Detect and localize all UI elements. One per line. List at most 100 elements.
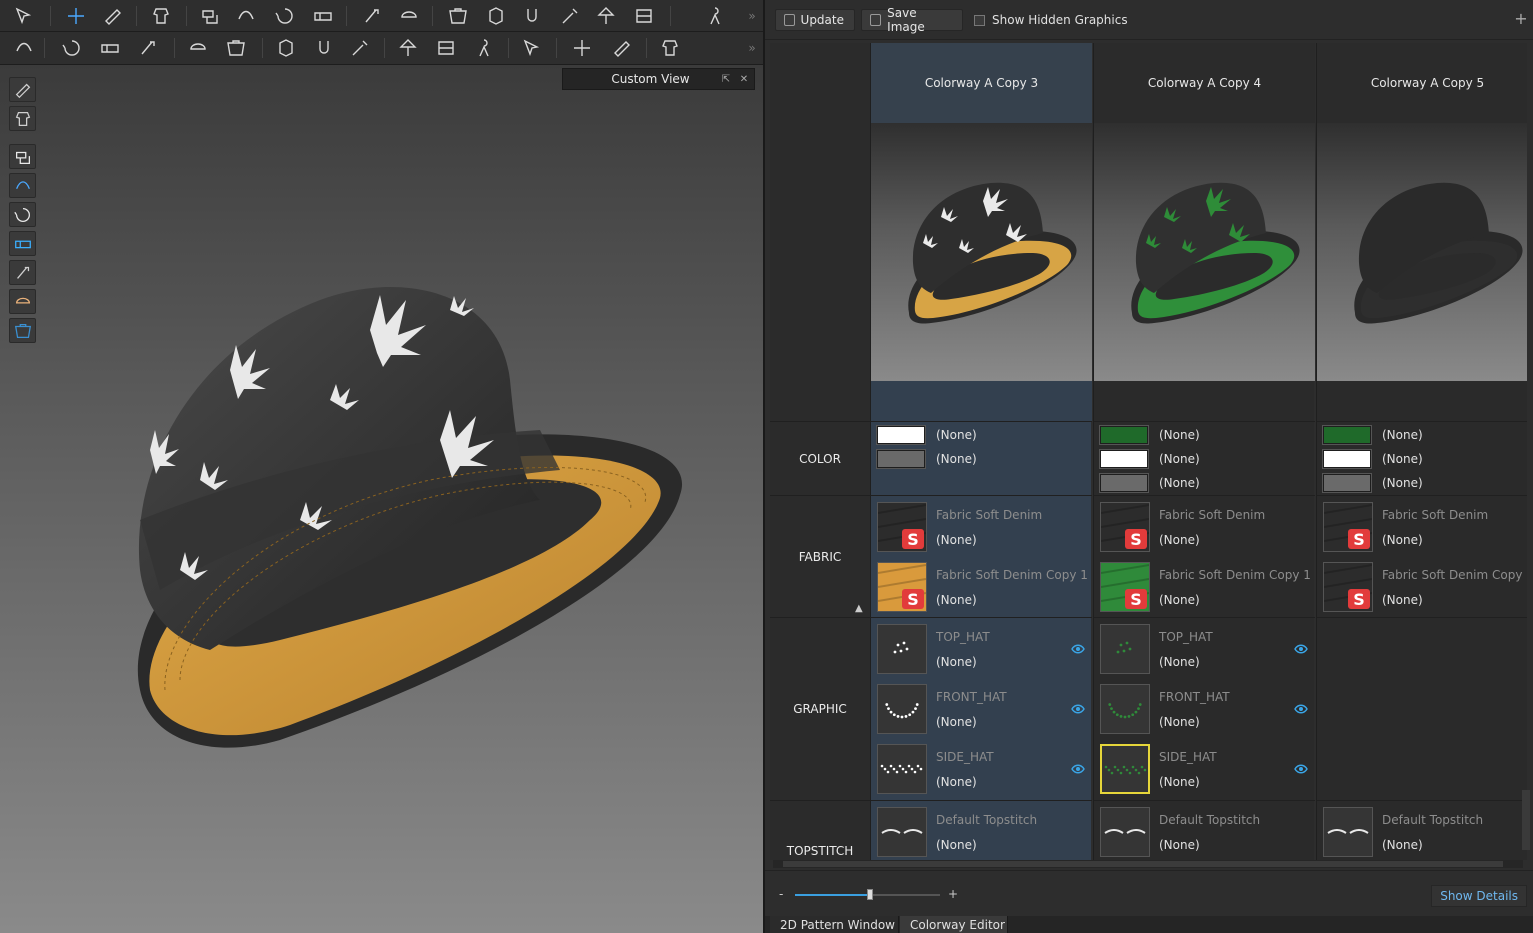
colorway-thumbnail[interactable] bbox=[1317, 123, 1527, 381]
shirt-front-icon[interactable] bbox=[446, 4, 470, 28]
fold-arrange-icon[interactable] bbox=[198, 4, 222, 28]
close-icon[interactable]: ✕ bbox=[736, 71, 752, 87]
color-swatch-row[interactable]: (None) bbox=[1322, 425, 1423, 445]
graphic-item[interactable]: SIDE_HAT (None) bbox=[877, 744, 1089, 794]
colorway-name[interactable]: Colorway A Copy 3 bbox=[871, 43, 1092, 123]
colorway-column[interactable]: Colorway A Copy 5 (None) (None) (None) S Fabr… bbox=[1316, 43, 1527, 860]
graphic-item[interactable]: FRONT_HAT (None) bbox=[1100, 684, 1312, 734]
color-swatch[interactable] bbox=[1322, 473, 1372, 493]
zipper-icon[interactable] bbox=[348, 36, 372, 60]
custom-view-panel[interactable]: Custom View ⇱ ✕ bbox=[562, 68, 755, 90]
pin-icon[interactable] bbox=[520, 4, 544, 28]
pattern-move-icon[interactable] bbox=[610, 36, 634, 60]
hat-3d-render[interactable] bbox=[120, 270, 700, 760]
magic-icon[interactable] bbox=[558, 4, 582, 28]
color-swatch[interactable] bbox=[1322, 425, 1372, 445]
topstitch-thumbnail[interactable] bbox=[1100, 807, 1150, 857]
fabric-thumbnail[interactable]: S bbox=[877, 502, 927, 552]
arrange-icon[interactable] bbox=[311, 4, 335, 28]
slider-handle[interactable] bbox=[867, 889, 874, 900]
edit-pattern-icon[interactable] bbox=[101, 4, 125, 28]
fabric-transparent-icon[interactable] bbox=[9, 231, 36, 256]
transform-pattern-icon[interactable] bbox=[64, 4, 88, 28]
garment-view-icon[interactable] bbox=[9, 144, 36, 169]
color-swatch[interactable] bbox=[1099, 449, 1149, 469]
texture-icon[interactable] bbox=[396, 36, 420, 60]
save-image-button[interactable]: Save Image bbox=[861, 6, 963, 34]
hanger-icon[interactable] bbox=[594, 4, 618, 28]
graphic-thumbnail[interactable] bbox=[877, 684, 927, 734]
update-button[interactable]: Update bbox=[775, 9, 855, 31]
fabric-thumbnail[interactable]: S bbox=[1323, 502, 1373, 552]
fabric-item[interactable]: S Fabric Soft Denim Copy 1 (None) bbox=[1323, 562, 1527, 612]
eye-icon[interactable] bbox=[1294, 702, 1308, 716]
fabric-thumbnail[interactable]: S bbox=[1323, 562, 1373, 612]
fabric-item[interactable]: S Fabric Soft Denim (None) bbox=[877, 502, 1089, 552]
strengthen-icon[interactable] bbox=[397, 4, 421, 28]
topstitch-item[interactable]: Default Topstitch (None) bbox=[877, 807, 1089, 857]
color-swatch-row[interactable]: (None) bbox=[1099, 425, 1200, 445]
colorway-thumbnail[interactable] bbox=[1094, 123, 1315, 381]
more-icon[interactable]: » bbox=[740, 36, 763, 60]
graphic-item[interactable]: FRONT_HAT (None) bbox=[877, 684, 1089, 734]
avatar-walk-icon[interactable] bbox=[12, 36, 36, 60]
shaded-view-icon[interactable] bbox=[9, 77, 36, 102]
environment-icon[interactable] bbox=[9, 318, 36, 343]
3d-viewport[interactable]: » » Custom View ⇱ ✕ bbox=[0, 0, 763, 933]
color-swatch[interactable] bbox=[876, 425, 926, 445]
fabric-item[interactable]: S Fabric Soft Denim (None) bbox=[1100, 502, 1312, 552]
more-icon[interactable]: » bbox=[740, 4, 763, 28]
horizontal-scrollbar[interactable] bbox=[773, 860, 1523, 868]
color-swatch[interactable] bbox=[1099, 425, 1149, 445]
colorway-name[interactable]: Colorway A Copy 4 bbox=[1094, 43, 1315, 123]
pin-icon[interactable]: ⇱ bbox=[718, 71, 734, 87]
scrollbar-thumb[interactable] bbox=[783, 861, 1503, 867]
show-hidden-graphics-checkbox[interactable]: Show Hidden Graphics bbox=[974, 13, 1128, 27]
fabric-item[interactable]: S Fabric Soft Denim Copy 1 (None) bbox=[1100, 562, 1312, 612]
avatar-show-icon[interactable] bbox=[9, 202, 36, 227]
topstitch-icon[interactable] bbox=[186, 36, 210, 60]
graphic-thumbnail[interactable] bbox=[1100, 624, 1150, 674]
color-swatch-row[interactable]: (None) bbox=[876, 425, 977, 445]
zoom-in-label[interactable]: + bbox=[948, 887, 958, 901]
color-swatch-row[interactable]: (None) bbox=[1322, 473, 1423, 493]
color-swatch-row[interactable]: (None) bbox=[1099, 473, 1200, 493]
tack-icon[interactable] bbox=[360, 4, 384, 28]
color-swatch-row[interactable]: (None) bbox=[1099, 449, 1200, 469]
trim-icon[interactable] bbox=[472, 36, 496, 60]
eye-icon[interactable] bbox=[1294, 642, 1308, 656]
checkbox-box[interactable] bbox=[974, 14, 985, 26]
edit-sewing-icon[interactable] bbox=[98, 36, 122, 60]
topstitch-thumbnail[interactable] bbox=[1323, 807, 1373, 857]
colorway-column[interactable]: Colorway A Copy 4 (None) (None) (None) S Fabr… bbox=[1093, 43, 1315, 860]
fabric-thumbnail[interactable]: S bbox=[1100, 502, 1150, 552]
color-swatch[interactable] bbox=[876, 449, 926, 469]
avatar-measure-icon[interactable] bbox=[9, 173, 36, 198]
tab-colorway-editor[interactable]: Colorway Editor bbox=[900, 916, 1008, 933]
graphic-thumbnail[interactable] bbox=[877, 744, 927, 794]
buttonhole-icon[interactable] bbox=[312, 36, 336, 60]
show-details-button[interactable]: Show Details bbox=[1431, 885, 1527, 907]
colorway-name[interactable]: Colorway A Copy 5 bbox=[1317, 43, 1527, 123]
fabric-thumbnail[interactable]: S bbox=[1100, 562, 1150, 612]
graphic-item[interactable]: SIDE_HAT (None) bbox=[1100, 744, 1312, 794]
colorway-column[interactable]: Colorway A Copy 3 (None) (None) S Fabric Sof… bbox=[870, 43, 1092, 860]
segment-topstitch-icon[interactable] bbox=[224, 36, 248, 60]
edit-curvature-icon[interactable] bbox=[234, 4, 258, 28]
fold-icon[interactable] bbox=[484, 4, 508, 28]
eye-icon[interactable] bbox=[1071, 762, 1085, 776]
colorway-thumbnail[interactable] bbox=[871, 123, 1092, 381]
color-swatch-row[interactable]: (None) bbox=[1322, 449, 1423, 469]
graphic-item[interactable]: TOP_HAT (None) bbox=[1100, 624, 1312, 674]
zipper-slider-icon[interactable] bbox=[570, 36, 594, 60]
fabric-item[interactable]: S Fabric Soft Denim (None) bbox=[1323, 502, 1527, 552]
free-sewing-icon[interactable] bbox=[136, 36, 160, 60]
color-swatch-row[interactable]: (None) bbox=[876, 449, 977, 469]
graphic-thumbnail[interactable] bbox=[1100, 684, 1150, 734]
collapse-icon[interactable]: ▲ bbox=[855, 603, 863, 614]
texture-view-icon[interactable] bbox=[9, 106, 36, 131]
eye-icon[interactable] bbox=[1071, 702, 1085, 716]
eye-icon[interactable] bbox=[1071, 642, 1085, 656]
stretch-icon[interactable] bbox=[658, 36, 682, 60]
puckering-icon[interactable] bbox=[520, 36, 544, 60]
